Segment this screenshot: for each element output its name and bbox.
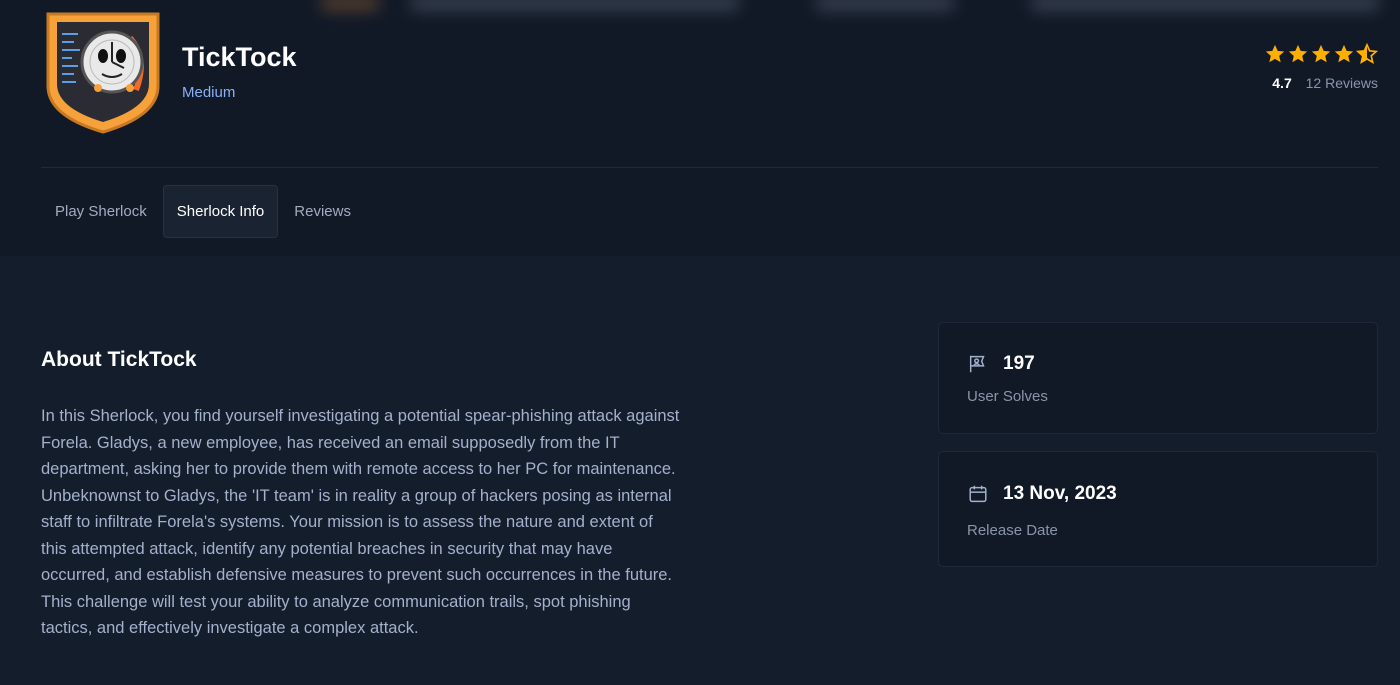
reviews-count-link[interactable]: 12 Reviews: [1306, 75, 1378, 91]
star-icon: [1265, 44, 1285, 63]
sherlock-tabs: Play Sherlock Sherlock Info Reviews: [41, 185, 367, 238]
half-star-icon: [1356, 43, 1378, 64]
blurred-background-banner: [0, 0, 1400, 26]
difficulty-label: Medium: [182, 84, 236, 101]
star-icon: [1288, 44, 1308, 63]
star-icon: [1334, 44, 1354, 63]
tab-sherlock-info[interactable]: Sherlock Info: [162, 185, 279, 238]
user-flag-icon: [969, 355, 985, 373]
release-date-card: 13 Nov, 2023 Release Date: [938, 451, 1378, 567]
release-date-label: Release Date: [967, 522, 1058, 539]
star-icon: [1311, 44, 1331, 63]
header-divider: [41, 167, 1378, 168]
tab-play-sherlock[interactable]: Play Sherlock: [41, 185, 161, 238]
about-description: In this Sherlock, you find yourself inve…: [41, 407, 680, 637]
sherlock-header: TickTock Medium 4.7 12 Reviews Play Sher…: [0, 0, 1400, 256]
user-solves-card: 197 User Solves: [938, 322, 1378, 434]
rating-summary: 4.7 12 Reviews: [1178, 43, 1378, 91]
user-solves-label: User Solves: [967, 388, 1048, 405]
ticktock-logo-icon: [46, 12, 160, 134]
release-date-value: 13 Nov, 2023: [1003, 483, 1117, 504]
sherlock-title: TickTock: [182, 42, 297, 72]
calendar-icon: [969, 485, 987, 503]
about-heading: About TickTock: [41, 348, 197, 371]
user-solves-value: 197: [1003, 353, 1035, 374]
star-rating: [1178, 43, 1378, 65]
tab-reviews[interactable]: Reviews: [280, 185, 365, 238]
rating-value: 4.7: [1272, 75, 1292, 91]
